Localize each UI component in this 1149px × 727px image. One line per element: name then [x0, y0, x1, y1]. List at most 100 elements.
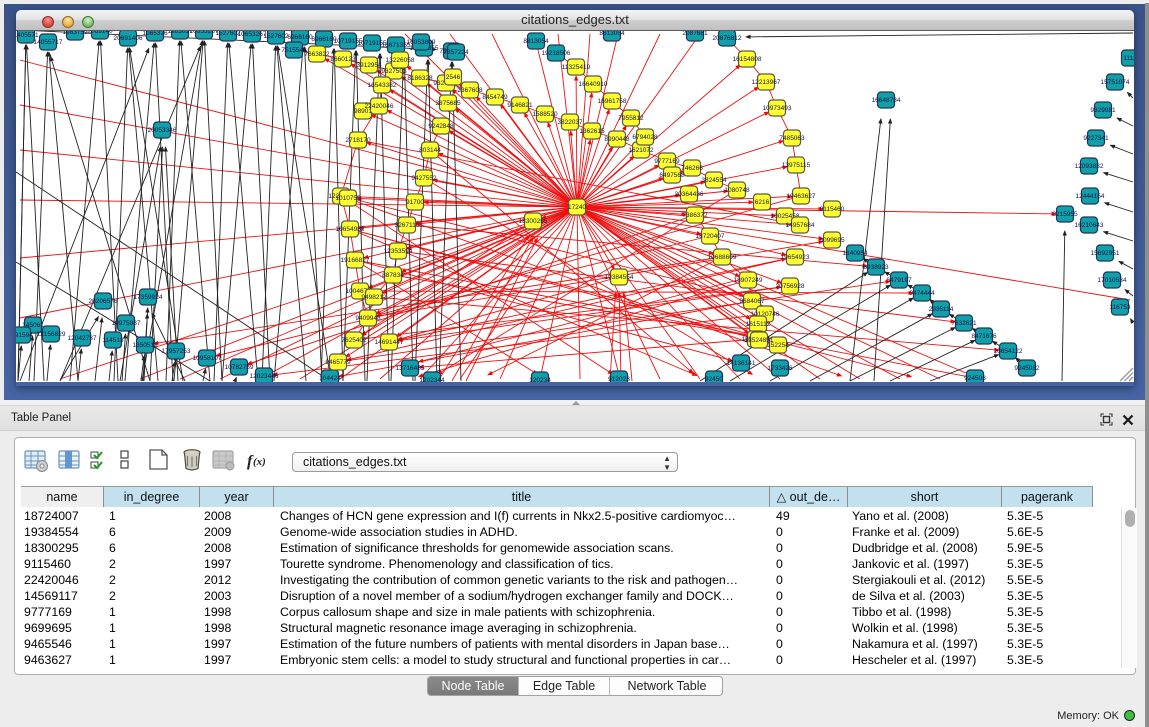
svg-text:9146821: 9146821	[507, 102, 533, 109]
svg-text:912023: 912023	[608, 376, 630, 382]
svg-text:2546: 2546	[446, 74, 461, 81]
svg-text:19218506: 19218506	[542, 50, 571, 57]
svg-text:2069140: 2069140	[87, 31, 113, 35]
svg-text:6497568: 6497568	[659, 172, 685, 179]
svg-text:7386372: 7386372	[682, 212, 708, 219]
svg-text:746266: 746266	[681, 165, 703, 172]
svg-text:10973493: 10973493	[763, 105, 792, 112]
svg-text:1983759: 1983759	[62, 31, 88, 36]
svg-text:10782759: 10782759	[225, 364, 254, 371]
svg-text:9684067: 9684067	[739, 298, 765, 305]
svg-text:1733426: 1733426	[767, 365, 793, 372]
svg-text:9777169: 9777169	[654, 158, 680, 165]
svg-text:22420046: 22420046	[365, 103, 394, 110]
svg-text:14691447: 14691447	[375, 339, 404, 346]
svg-text:9474444: 9474444	[909, 290, 935, 297]
svg-text:92450: 92450	[705, 376, 723, 382]
svg-text:1350513: 1350513	[132, 342, 158, 349]
svg-text:7632621: 7632621	[951, 320, 977, 327]
svg-text:20364436: 20364436	[675, 191, 704, 198]
svg-text:9498212: 9498212	[361, 294, 387, 301]
svg-text:9242848: 9242848	[428, 123, 454, 130]
svg-text:8938923: 8938923	[863, 264, 889, 271]
svg-text:8813054: 8813054	[599, 31, 625, 37]
svg-text:6966160: 6966160	[287, 34, 313, 41]
svg-text:14136141: 14136141	[727, 360, 756, 367]
svg-text:1362615: 1362615	[579, 128, 605, 135]
svg-text:9245032: 9245032	[1014, 365, 1040, 372]
svg-text:13524851: 13524851	[745, 337, 774, 344]
svg-text:20206576: 20206576	[89, 298, 118, 305]
svg-text:14957684: 14957684	[786, 222, 815, 229]
svg-text:20876812: 20876812	[713, 35, 742, 42]
svg-text:2935114: 2935114	[929, 306, 954, 313]
svg-text:13716485: 13716485	[396, 365, 425, 372]
svg-text:7663822: 7663822	[304, 51, 330, 58]
svg-text:120234: 120234	[529, 377, 551, 382]
svg-text:10654982: 10654982	[336, 226, 365, 233]
svg-text:7625402: 7625402	[341, 337, 367, 344]
svg-text:1621072: 1621072	[628, 147, 654, 154]
svg-text:10688609: 10688609	[708, 254, 737, 261]
svg-text:12213967: 12213967	[752, 79, 781, 86]
svg-text:20756928: 20756928	[776, 283, 805, 290]
svg-text:19384554: 19384554	[605, 274, 634, 281]
svg-text:19654923: 19654923	[781, 254, 810, 261]
svg-text:17957253: 17957253	[162, 348, 191, 355]
svg-text:6794028: 6794028	[632, 134, 658, 141]
svg-text:16961758: 16961758	[598, 98, 627, 105]
svg-text:887834: 887834	[382, 272, 404, 279]
svg-text:20053346: 20053346	[148, 127, 177, 134]
svg-text:6479197: 6479197	[886, 277, 912, 284]
svg-text:7955812: 7955812	[618, 115, 644, 122]
svg-text:15751074: 15751074	[1101, 79, 1130, 86]
svg-text:114513: 114513	[102, 337, 124, 344]
svg-text:10958107: 10958107	[193, 355, 222, 362]
svg-text:12093832: 12093832	[1075, 163, 1104, 170]
svg-text:91700: 91700	[406, 199, 424, 206]
svg-text:1080748: 1080748	[724, 187, 750, 194]
svg-text:9227341: 9227341	[1083, 135, 1109, 142]
svg-text:3215955: 3215955	[1052, 211, 1078, 218]
svg-text:8990448: 8990448	[604, 136, 630, 143]
svg-text:1112: 1112	[1123, 55, 1134, 62]
svg-text:6216: 6216	[755, 199, 770, 206]
svg-text:391594: 391594	[16, 332, 33, 339]
svg-text:1010755: 1010755	[335, 195, 361, 202]
svg-text:1405571: 1405571	[16, 32, 39, 39]
svg-text:12444154: 12444154	[1076, 193, 1105, 200]
svg-text:2087681: 2087681	[682, 31, 708, 37]
svg-text:9409948: 9409948	[355, 315, 381, 322]
svg-text:16543382: 16543382	[368, 82, 397, 89]
svg-text:8454749: 8454749	[482, 94, 508, 101]
svg-text:1065326: 1065326	[142, 31, 168, 37]
svg-text:3267110: 3267110	[395, 222, 420, 229]
svg-text:1527602: 1527602	[263, 33, 289, 40]
svg-text:104424: 104424	[319, 375, 341, 382]
svg-text:7357224: 7357224	[443, 49, 469, 56]
svg-text:16640910: 16640910	[579, 81, 608, 88]
svg-text:20691406: 20691406	[114, 35, 143, 42]
svg-text:6099695: 6099695	[819, 237, 845, 244]
svg-text:16210643: 16210643	[1075, 222, 1104, 229]
svg-text:18300295: 18300295	[519, 218, 548, 225]
svg-text:8186328: 8186328	[407, 75, 433, 82]
svg-text:16648784: 16648784	[872, 97, 901, 104]
svg-text:10654122: 10654122	[994, 348, 1023, 355]
svg-text:19166827: 19166827	[341, 257, 370, 264]
svg-text:9327503: 9327503	[381, 68, 407, 75]
svg-text:9115460: 9115460	[820, 206, 845, 213]
svg-text:16053809: 16053809	[407, 39, 436, 46]
svg-text:9465779: 9465779	[325, 359, 351, 366]
svg-text:2367608: 2367608	[457, 87, 483, 94]
svg-text:2718170: 2718170	[345, 137, 371, 144]
svg-text:116753: 116753	[1109, 304, 1131, 311]
svg-text:13226058: 13226058	[386, 57, 415, 64]
svg-text:1588520: 1588520	[532, 111, 558, 118]
svg-text:3875685: 3875685	[435, 100, 461, 107]
svg-text:8660123: 8660123	[330, 56, 356, 63]
svg-text:11325419: 11325419	[562, 64, 591, 71]
svg-text:7515546: 7515546	[281, 47, 307, 54]
svg-text:19463627: 19463627	[787, 193, 816, 200]
svg-text:924503: 924503	[964, 375, 986, 382]
